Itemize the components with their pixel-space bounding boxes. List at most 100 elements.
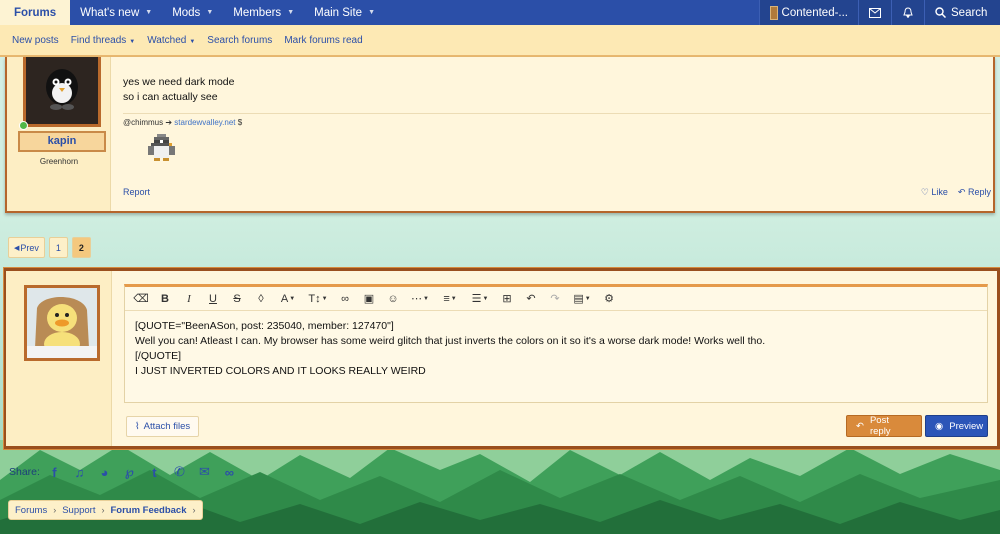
attach-files-button[interactable]: ⌇ Attach files [126,416,200,437]
tab-members[interactable]: Members ▼ [223,0,304,25]
editor-textarea[interactable]: [QUOTE="BeenASon, post: 235040, member: … [125,311,987,387]
subnav-new-posts[interactable]: New posts [12,35,59,46]
eye-icon: ◉ [935,420,944,432]
insert-image-button[interactable]: ▣ [357,288,381,310]
tab-whats-new[interactable]: What's new ▼ [70,0,162,25]
underline-button[interactable]: U [201,288,225,310]
search-label: Search [951,6,988,19]
chevron-right-icon: › [192,505,196,515]
subnav-find-threads[interactable]: Find threads ▼ [71,35,136,46]
chevron-down-icon: ▼ [423,295,429,302]
tab-mods[interactable]: Mods ▼ [162,0,223,25]
chevron-down-icon[interactable]: ▼ [129,39,135,45]
insert-link-button[interactable]: ∞ [333,288,357,310]
text-color-button[interactable]: ◊ [249,288,273,310]
like-button[interactable]: ♡ Like [921,187,948,198]
subnav-watched[interactable]: Watched ▼ [147,35,195,46]
report-link[interactable]: Report [123,187,150,198]
page-1-button[interactable]: 1 [48,237,68,258]
email-icon[interactable]: ✉ [192,460,217,484]
whatsapp-icon[interactable]: ✆ [167,460,192,484]
pinterest-icon[interactable]: ℘ [117,460,142,484]
eraser-icon: ⌫ [133,293,149,305]
inbox-button[interactable] [858,0,891,25]
chevron-down-icon: ▼ [482,295,489,302]
more-icon: ⋯ [411,293,423,305]
page-2-button[interactable]: 2 [71,237,91,258]
tab-main-site[interactable]: Main Site ▼ [304,0,385,25]
subnav-mark-forums-read[interactable]: Mark forums read [284,35,362,46]
reply-button[interactable]: ↶ Reply [958,187,991,198]
breadcrumb-item[interactable]: Forums [15,505,47,516]
link-icon: ∞ [341,292,349,305]
font-size-button[interactable]: T↕ ▼ [303,288,333,310]
forum-post: kapin Greenhorn yes we need dark mode so… [5,57,995,213]
breadcrumb-item[interactable]: Support [62,505,95,516]
avatar[interactable] [23,57,101,127]
align-button[interactable]: ≡ ▼ [435,288,465,310]
quick-reply-box: ⌫ B I U S ◊ A ▼ T↕ ▼ ∞ ▣ ☺ ⋯ ▼ ≡ ▼ ☰ ▼ ⊞ ↶ ↷ … [3,267,1000,450]
chevron-down-icon: ▼ [321,295,328,302]
list-button[interactable]: ☰ ▼ [465,288,495,310]
italic-icon: I [187,292,191,305]
prev-page-button[interactable]: ◀ Prev [8,237,45,258]
post-username[interactable]: kapin [18,131,106,152]
chevron-down-icon: ▼ [289,295,296,302]
reply-icon: ↶ [957,187,966,197]
reply-user-pane [6,271,112,446]
search-button[interactable]: Search [924,0,1000,25]
bold-button[interactable]: B [153,288,177,310]
post-actions: Report ♡ Like ↶ Reply [123,187,991,198]
post-reply-label: Post reply [869,415,891,437]
post-body: yes we need dark mode so i can actually … [123,75,234,105]
tab-forums[interactable]: Forums [0,0,71,25]
share-bar: Share: f ♫ ◕ ℘ t ✆ ✉ ∞ [9,460,242,484]
undo-button[interactable]: ↶ [519,288,543,310]
italic-button[interactable]: I [177,288,201,310]
more-options-button[interactable]: ⋯ ▼ [405,288,435,310]
chevron-down-icon[interactable]: ▼ [206,9,213,16]
signature-link[interactable]: stardewvalley.net [174,118,235,127]
reply-icon: ↶ [856,420,864,432]
post-signature: @chimmus ➔ stardewvalley.net $ [123,113,991,127]
redo-button[interactable]: ↷ [543,288,567,310]
strikethrough-button[interactable]: S [225,288,249,310]
clear-formatting-button[interactable]: ⌫ [129,288,153,310]
font-family-button[interactable]: A ▼ [273,288,303,310]
twitter-icon[interactable]: ♫ [67,460,92,484]
penguin-avatar-image [26,57,98,124]
post-reply-button[interactable]: ↶ Post reply [846,415,922,437]
smilies-button[interactable]: ☺ [381,288,405,310]
reddit-icon[interactable]: ◕ [92,460,117,484]
droplet-icon: ◊ [258,292,264,305]
editor-settings-button[interactable]: ⚙ [597,288,621,310]
bold-icon: B [161,292,169,305]
table-icon: ⊞ [502,293,512,305]
heart-icon: ♡ [920,187,929,197]
chevron-down-icon[interactable]: ▼ [189,39,195,45]
tumblr-icon[interactable]: t [142,460,167,484]
top-navigation: Forums What's new ▼ Mods ▼ Members ▼ Main S… [0,0,1000,25]
preview-button[interactable]: ◉ Preview [925,415,988,437]
breadcrumb-current[interactable]: Forum Feedback [110,505,186,516]
signature-handle: @chimmus [123,118,164,127]
alerts-button[interactable] [891,0,924,25]
link-icon[interactable]: ∞ [217,460,242,484]
chevron-down-icon[interactable]: ▼ [287,9,294,16]
account-name: Contented-... [781,6,848,19]
insert-table-button[interactable]: ⊞ [495,288,519,310]
editor-toolbar: ⌫ B I U S ◊ A ▼ T↕ ▼ ∞ ▣ ☺ ⋯ ▼ ≡ ▼ ☰ ▼ ⊞ ↶ ↷ … [125,287,987,311]
chevron-down-icon[interactable]: ▼ [368,9,375,16]
facebook-icon[interactable]: f [42,460,67,484]
account-menu[interactable]: Contented-... [759,0,858,25]
subnav-search-forums[interactable]: Search forums [207,35,272,46]
smiley-icon: ☺ [387,292,399,305]
pagination: ◀ Prev 1 2 [8,237,91,258]
duck-avatar-image [27,288,97,358]
drafts-button[interactable]: ▤ ▼ [567,288,597,310]
gear-icon: ⚙ [604,293,614,305]
user-title: Greenhorn [39,157,79,166]
envelope-icon [869,7,881,18]
chevron-down-icon[interactable]: ▼ [145,9,152,16]
post-body-line: so i can actually see [123,91,218,103]
